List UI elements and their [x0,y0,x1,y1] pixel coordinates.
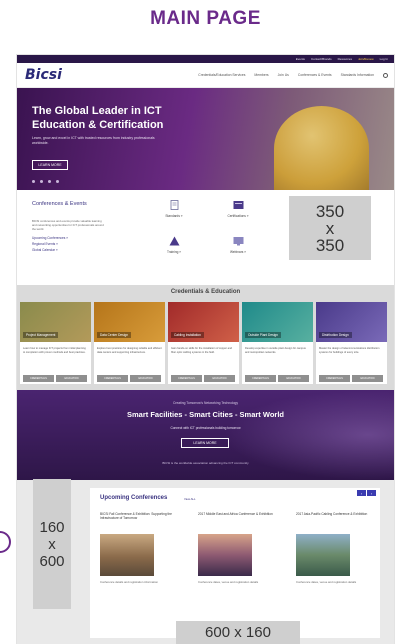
monitor-icon [233,237,243,246]
arrow-right-icon[interactable]: › [367,490,376,496]
view-all-link[interactable]: View ALL [184,497,196,501]
quick-link-certifications[interactable]: Certifications » [213,200,263,218]
ad-placeholder-600x160: 600 x 160 [176,621,300,644]
upcoming-conferences-link[interactable]: Upcoming Conferences » [32,236,68,240]
util-link-contact[interactable]: Contact/Brands [311,57,332,61]
credentials-button[interactable]: CREDENTIALS [171,375,202,382]
logo[interactable]: Bicsi [25,67,62,83]
education-button[interactable]: EDUCATION [204,375,235,382]
banner-learn-more-button[interactable]: LEARN MORE [181,438,229,448]
main-nav: Bicsi Credentials/Education Services Mem… [17,63,394,88]
credential-cards: Project Management Learn how to manage I… [20,302,387,384]
util-link-join[interactable]: Join/Renew [358,57,374,61]
conferences-links: Upcoming Conferences » Regional Events »… [32,236,68,252]
hero-banner: The Global Leader in ICT Education & Cer… [17,88,394,190]
credentials-button[interactable]: CREDENTIALS [319,375,350,382]
card-label: Cabling Installation [171,332,204,338]
event-card[interactable]: 2017 Asia-Pacific Cabling Conference & E… [296,512,376,584]
credential-card[interactable]: Distribution Design Master the design of… [316,302,387,384]
credentials-button[interactable]: CREDENTIALS [245,375,276,382]
card-text: Master the design of telecommunications … [319,347,380,354]
ad-placeholder-160x600: 160 x 600 [33,479,71,609]
search-icon[interactable] [383,72,388,78]
nav-link-conferences[interactable]: Conferences & Events [298,73,332,77]
certificate-icon [233,201,243,209]
education-button[interactable]: EDUCATION [130,375,161,382]
card-text: Explore best practices for designing rel… [97,347,162,354]
event-image-skyline [198,534,252,576]
credential-card[interactable]: Data Center Design Explore best practice… [94,302,165,384]
nav-links: Credentials/Education Services Members J… [198,72,394,78]
upcoming-conferences-section: Upcoming Conferences View ALL ‹ › BICSI … [17,480,394,644]
card-text: Learn how to manage ICT projects from in… [23,347,86,354]
nav-link-members[interactable]: Members [254,73,268,77]
carousel-dot[interactable] [32,180,35,183]
credentials-section: Credentials & Education Project Manageme… [17,285,394,390]
event-card[interactable]: 2017 Middle East and Africa Conference &… [198,512,278,584]
arrow-left-icon[interactable]: ‹ [357,490,366,496]
util-link-events[interactable]: Events [296,57,305,61]
ad-placeholder-350: 350 x 350 [289,196,371,260]
hero-subtitle: Learn, grow and excel in ICT with truste… [32,136,155,145]
quick-link-webinars[interactable]: Webinars » [213,236,263,254]
card-text: Gain hands-on skills for the installatio… [171,347,232,354]
credential-card[interactable]: Project Management Learn how to manage I… [20,302,91,384]
card-text: Develop expertise in outside plant desig… [245,347,306,354]
event-details: Conference dates, venue and registration… [198,580,259,584]
nav-link-credentials[interactable]: Credentials/Education Services [198,73,245,77]
conferences-section: Conferences & Events BICSI conferences a… [17,190,394,285]
nav-link-join[interactable]: Join Us [278,73,289,77]
utility-bar: Events Contact/Brands Resources Join/Ren… [17,55,394,63]
event-details: Conference details and registration info… [100,580,158,584]
page-heading: MAIN PAGE [150,8,261,29]
nav-link-standards[interactable]: Standards Information [341,73,374,77]
event-image-city [100,534,154,576]
card-label: Outside Plant Design [245,332,281,338]
credential-card[interactable]: Cabling Installation Gain hands-on skill… [168,302,239,384]
event-image-harbor [296,534,350,576]
pyramid-icon [169,236,179,246]
upcoming-title: Upcoming Conferences [100,495,168,501]
banner-pretitle: Creating Tomorrow's Networking Technolog… [172,401,238,405]
banner-subtitle: Connect with ICT professionals building … [170,426,241,430]
event-card[interactable]: BICSI Fall Conference & Exhibition: Supp… [100,512,180,584]
banner-footer-text: BICSI is the worldwide association advan… [162,461,249,465]
regional-events-link[interactable]: Regional Events » [32,242,68,246]
edge-callout-marker [0,531,11,553]
smart-world-banner: Creating Tomorrow's Networking Technolog… [17,390,394,480]
card-label: Distribution Design [319,332,352,338]
event-details: Conference dates, venue and registration… [296,580,357,584]
banner-title: Smart Facilities - Smart Cities - Smart … [127,410,284,419]
upcoming-conferences-panel: Upcoming Conferences View ALL ‹ › BICSI … [90,488,380,638]
conferences-title: Conferences & Events [32,201,87,207]
credentials-button[interactable]: CREDENTIALS [97,375,128,382]
credentials-button[interactable]: CREDENTIALS [23,375,54,382]
carousel-dots [32,180,59,183]
event-title: 2017 Asia-Pacific Cabling Conference & E… [296,512,368,516]
quick-link-training[interactable]: Training » [149,236,199,254]
education-button[interactable]: EDUCATION [352,375,383,382]
util-link-resources[interactable]: Resources [338,57,352,61]
hard-hat-image [274,106,369,190]
hero-title: The Global Leader in ICT Education & Cer… [32,105,164,131]
carousel-dot[interactable] [48,180,51,183]
carousel-dot[interactable] [56,180,59,183]
conferences-text: BICSI conferences and events provide val… [32,219,104,231]
card-label: Data Center Design [97,332,131,338]
homepage-mockup: Events Contact/Brands Resources Join/Ren… [17,55,394,644]
carousel-arrows: ‹ › [357,490,376,496]
education-button[interactable]: EDUCATION [56,375,87,382]
event-title: 2017 Middle East and Africa Conference &… [198,512,273,516]
education-button[interactable]: EDUCATION [278,375,309,382]
credential-card[interactable]: Outside Plant Design Develop expertise i… [242,302,313,384]
carousel-dot[interactable] [40,180,43,183]
document-icon [170,200,178,210]
card-label: Project Management [23,332,59,338]
global-calendar-link[interactable]: Global Calendar » [32,248,68,252]
credentials-title: Credentials & Education [170,289,241,295]
util-link-login[interactable]: Log In [380,57,388,61]
hero-learn-more-button[interactable]: LEARN MORE [32,160,68,170]
event-title: BICSI Fall Conference & Exhibition: Supp… [100,512,172,521]
quick-link-standards[interactable]: Standards » [149,200,199,218]
